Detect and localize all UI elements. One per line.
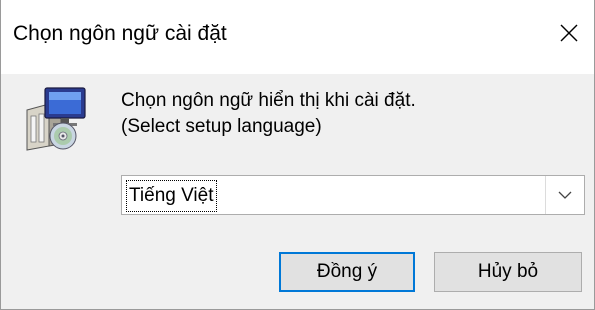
cancel-button[interactable]: Hủy bỏ (434, 252, 582, 292)
window-title: Chọn ngôn ngữ cài đặt (13, 22, 227, 45)
message-line-en: (Select setup language) (121, 116, 322, 137)
setup-language-dialog: Chọn ngôn ngữ cài đặt Chọn ngôn ngữ hiển… (0, 0, 595, 310)
setup-installer-icon (21, 84, 89, 152)
instruction-message: Chọn ngôn ngữ hiển thị khi cài đặt. (Sel… (121, 88, 416, 140)
ok-button[interactable]: Đồng ý (279, 252, 415, 292)
close-button[interactable] (544, 10, 594, 60)
language-selected-value: Tiếng Việt (126, 180, 217, 212)
message-line-vi: Chọn ngôn ngữ hiển thị khi cài đặt. (121, 90, 416, 111)
title-bar: Chọn ngôn ngữ cài đặt (1, 0, 594, 74)
chevron-down-icon[interactable] (546, 176, 584, 214)
close-icon (559, 23, 579, 48)
language-select[interactable]: Tiếng Việt (121, 175, 585, 215)
